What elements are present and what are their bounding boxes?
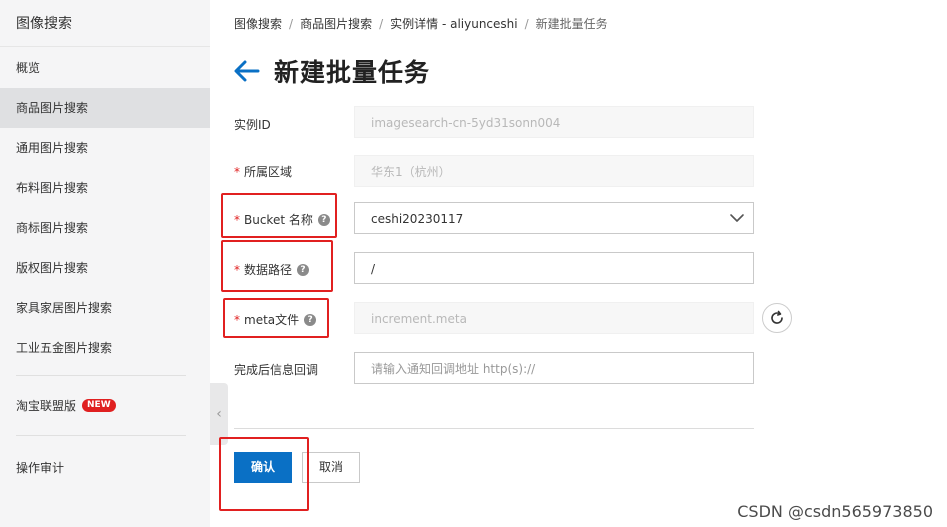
region-field: 华东1（杭州） [354, 155, 754, 187]
sidebar-item-operation-audit[interactable]: 操作审计 [0, 448, 210, 488]
breadcrumb-separator: / [379, 17, 384, 31]
highlight-box-bucket [221, 193, 337, 238]
back-arrow-icon[interactable] [232, 56, 262, 86]
sidebar-item-trademark-image-search[interactable]: 商标图片搜索 [0, 208, 210, 248]
instance-id-label: 实例ID [234, 116, 271, 133]
sidebar-item-product-image-search[interactable]: 商品图片搜索 [0, 88, 210, 128]
callback-label: 完成后信息回调 [234, 361, 318, 378]
bucket-select-value: ceshi20230117 [371, 212, 464, 226]
sidebar-title: 图像搜索 [16, 16, 72, 32]
new-badge: NEW [82, 399, 116, 412]
sidebar-item-general-image-search[interactable]: 通用图片搜索 [0, 128, 210, 168]
chevron-left-icon: ‹ [216, 406, 222, 422]
instance-id-label-text: 实例ID [234, 118, 271, 132]
instance-id-field: imagesearch-cn-5yd31sonn004 [354, 106, 754, 138]
sidebar: 图像搜索 概览 商品图片搜索 通用图片搜索 布料图片搜索 商标图片搜索 版权图片… [0, 0, 210, 527]
form-divider [234, 428, 754, 429]
breadcrumb: 图像搜索 / 商品图片搜索 / 实例详情 - aliyunceshi / 新建批量任务 [234, 15, 608, 32]
region-label: * 所属区域 [234, 163, 292, 180]
breadcrumb-item-image-search[interactable]: 图像搜索 [234, 17, 282, 31]
chevron-down-icon [730, 214, 744, 222]
refresh-icon [771, 310, 783, 324]
breadcrumb-item-product-image-search[interactable]: 商品图片搜索 [300, 17, 372, 31]
sidebar-item-hardware-image-search[interactable]: 工业五金图片搜索 [0, 328, 210, 368]
sidebar-item-furniture-image-search[interactable]: 家具家居图片搜索 [0, 288, 210, 328]
page-header: 新建批量任务 [232, 53, 430, 89]
data-path-input[interactable]: / [354, 252, 754, 284]
callback-url-input[interactable]: 请输入通知回调地址 http(s):// [354, 352, 754, 384]
sidebar-item-taobao-union[interactable]: 淘宝联盟版 NEW [0, 386, 210, 426]
required-mark: * [234, 164, 240, 179]
sidebar-item-label: 淘宝联盟版 [16, 399, 77, 413]
breadcrumb-item-current: 新建批量任务 [535, 17, 608, 31]
highlight-box-data-path [221, 240, 333, 292]
callback-label-text: 完成后信息回调 [234, 363, 319, 377]
bucket-select[interactable]: ceshi20230117 [354, 202, 754, 234]
breadcrumb-separator: / [289, 17, 294, 31]
refresh-button[interactable] [762, 303, 792, 333]
watermark: CSDN @csdn565973850 [737, 502, 933, 521]
sidebar-divider [16, 375, 186, 376]
region-label-text: 所属区域 [244, 165, 293, 179]
sidebar-divider [16, 435, 186, 436]
highlight-box-meta-file [223, 298, 329, 338]
sidebar-collapse-handle[interactable]: ‹ [210, 383, 228, 445]
sidebar-item-copyright-image-search[interactable]: 版权图片搜索 [0, 248, 210, 288]
breadcrumb-separator: / [524, 17, 529, 31]
sidebar-item-fabric-image-search[interactable]: 布料图片搜索 [0, 168, 210, 208]
sidebar-item-overview[interactable]: 概览 [0, 48, 210, 88]
sidebar-title-divider [0, 46, 210, 47]
highlight-box-confirm [219, 437, 309, 511]
cancel-button[interactable]: 取消 [302, 452, 360, 483]
page-title: 新建批量任务 [274, 58, 431, 87]
breadcrumb-item-instance-detail[interactable]: 实例详情 - aliyunceshi [390, 17, 517, 31]
meta-file-field: increment.meta [354, 302, 754, 334]
